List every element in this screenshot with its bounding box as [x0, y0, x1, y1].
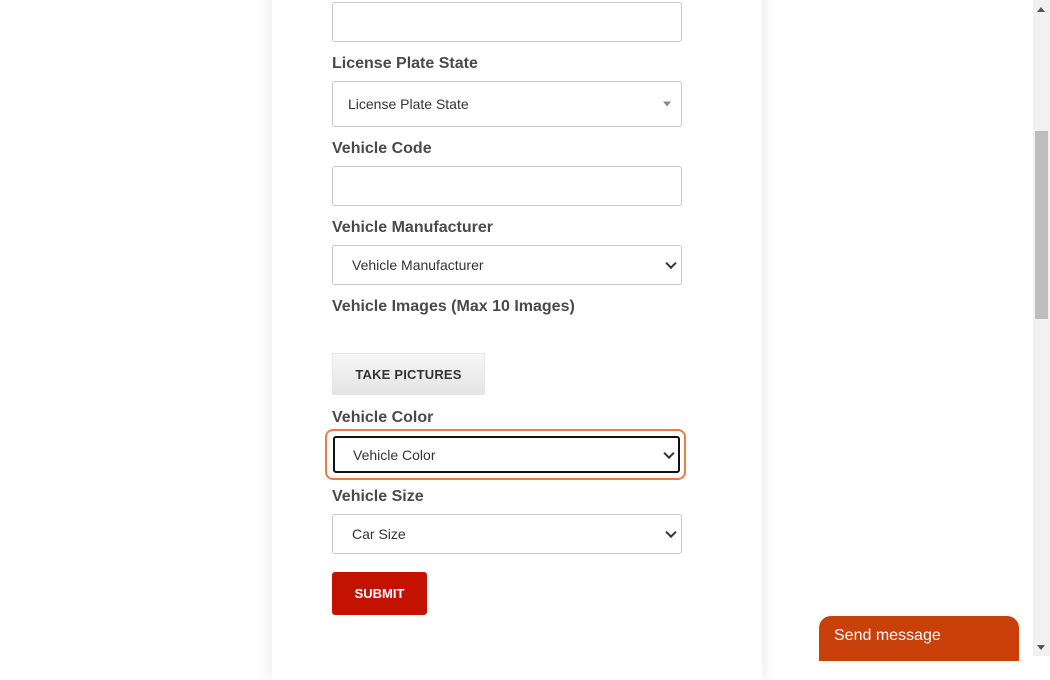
- license-plate-state-label: License Plate State: [332, 55, 478, 72]
- scroll-down-arrow-icon[interactable]: [1037, 645, 1045, 650]
- vehicle-code-label: Vehicle Code: [332, 140, 432, 157]
- send-message-chat-widget[interactable]: Send message: [819, 616, 1019, 661]
- vehicle-manufacturer-value: Vehicle Manufacturer: [352, 257, 484, 273]
- vehicle-manufacturer-select[interactable]: Vehicle Manufacturer: [332, 245, 682, 285]
- top-text-input[interactable]: [332, 2, 682, 42]
- vehicle-size-label: Vehicle Size: [332, 488, 424, 505]
- vehicle-images-label: Vehicle Images (Max 10 Images): [332, 298, 575, 315]
- take-pictures-button[interactable]: TAKE PICTURES: [332, 353, 485, 395]
- chevron-down-icon: [663, 447, 675, 459]
- scroll-up-arrow-icon[interactable]: [1037, 7, 1045, 12]
- vehicle-size-select[interactable]: Car Size: [332, 514, 682, 554]
- vehicle-code-input[interactable]: [332, 166, 682, 206]
- chevron-down-icon: [665, 257, 677, 270]
- submit-button[interactable]: SUBMIT: [332, 572, 427, 615]
- chevron-down-icon: [665, 526, 677, 539]
- license-plate-state-select[interactable]: License Plate State: [332, 81, 682, 127]
- vertical-scrollbar[interactable]: [1033, 0, 1050, 656]
- vehicle-color-select[interactable]: Vehicle Color: [333, 436, 680, 473]
- vehicle-size-value: Car Size: [352, 526, 406, 542]
- vehicle-color-value: Vehicle Color: [353, 446, 436, 463]
- vehicle-manufacturer-label: Vehicle Manufacturer: [332, 219, 493, 236]
- scrollbar-thumb[interactable]: [1035, 131, 1048, 319]
- dropdown-arrow-icon: [663, 101, 671, 107]
- vehicle-color-label: Vehicle Color: [332, 409, 434, 426]
- license-plate-state-value: License Plate State: [348, 96, 469, 112]
